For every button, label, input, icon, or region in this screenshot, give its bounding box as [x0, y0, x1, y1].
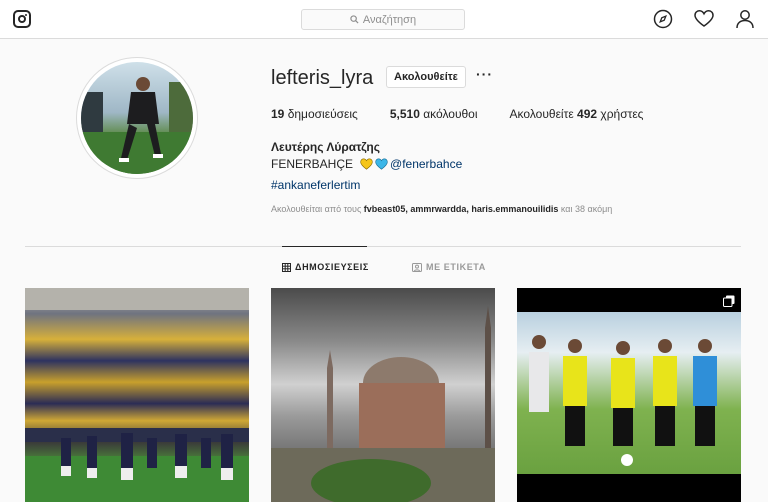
posts-label: δημοσιεύσεις	[287, 107, 358, 121]
blue-heart-icon	[375, 158, 388, 170]
profile-bio: FENERBAHÇE @fenerbahce	[271, 157, 462, 171]
tab-tagged-label: ΜΕ ΕΤΙΚΕΤΑ	[426, 262, 486, 272]
post-thumbnail[interactable]	[25, 288, 249, 502]
avatar-image	[81, 62, 193, 174]
tab-posts[interactable]: ΔΗΜΟΣΙΕΥΣΕΙΣ	[282, 262, 369, 272]
tab-tagged[interactable]: ΜΕ ΕΤΙΚΕΤΑ	[412, 262, 486, 272]
following-count: 492	[577, 107, 598, 121]
posts-count: 19	[271, 107, 285, 121]
following-suffix: χρήστες	[600, 107, 644, 121]
followed-by-suffix: και 38 ακόμη	[560, 204, 613, 214]
bio-hashtag-link[interactable]: #ankaneferlertim	[271, 178, 360, 192]
search-icon	[350, 15, 359, 24]
heart-icon[interactable]	[694, 9, 714, 29]
followed-by-prefix: Ακολουθείται από τους	[271, 204, 362, 214]
user-icon[interactable]	[735, 9, 755, 29]
instagram-logo-icon[interactable]	[13, 10, 31, 28]
followers-count: 5,510	[389, 107, 420, 121]
compass-icon[interactable]	[653, 9, 673, 29]
tabs-divider	[25, 246, 741, 247]
post-thumbnail[interactable]	[271, 288, 495, 502]
bio-text: FENERBAHÇE	[271, 157, 354, 171]
profile-username: lefteris_lyra	[271, 67, 374, 89]
more-options-button[interactable]: ···	[476, 66, 493, 82]
multiple-posts-icon	[723, 294, 735, 307]
bio-mention-link[interactable]: @fenerbahce	[390, 157, 462, 171]
tab-posts-label: ΔΗΜΟΣΙΕΥΣΕΙΣ	[295, 262, 369, 272]
yellow-heart-icon	[360, 158, 373, 170]
search-input[interactable]: Αναζήτηση	[301, 9, 465, 30]
following-stat[interactable]: Ακολουθείτε 492 χρήστες	[510, 107, 644, 121]
followed-by-text[interactable]: Ακολουθείται από τους fvbeast05, ammrwar…	[271, 204, 612, 214]
following-button[interactable]: Ακολουθείτε	[386, 66, 466, 88]
avatar[interactable]	[76, 57, 198, 179]
top-nav-bar: Αναζήτηση	[0, 0, 768, 39]
post-image	[517, 312, 741, 474]
profile-full-name: Λευτέρης Λύρατζης	[271, 140, 380, 154]
posts-stat: 19 δημοσιεύσεις	[271, 107, 358, 121]
followers-label: ακόλουθοι	[423, 107, 478, 121]
active-tab-indicator	[282, 246, 367, 247]
followers-stat[interactable]: 5,510 ακόλουθοι	[390, 107, 478, 121]
search-placeholder: Αναζήτηση	[362, 13, 417, 26]
following-prefix: Ακολουθείτε	[509, 107, 574, 121]
profile-stats: 19 δημοσιεύσεις 5,510 ακόλουθοι Ακολουθε…	[271, 107, 643, 121]
tagged-icon	[412, 262, 422, 272]
post-thumbnail[interactable]	[517, 288, 741, 502]
followed-by-users: fvbeast05, ammrwardda, haris.emmanouilid…	[363, 204, 559, 214]
grid-icon	[282, 262, 291, 272]
